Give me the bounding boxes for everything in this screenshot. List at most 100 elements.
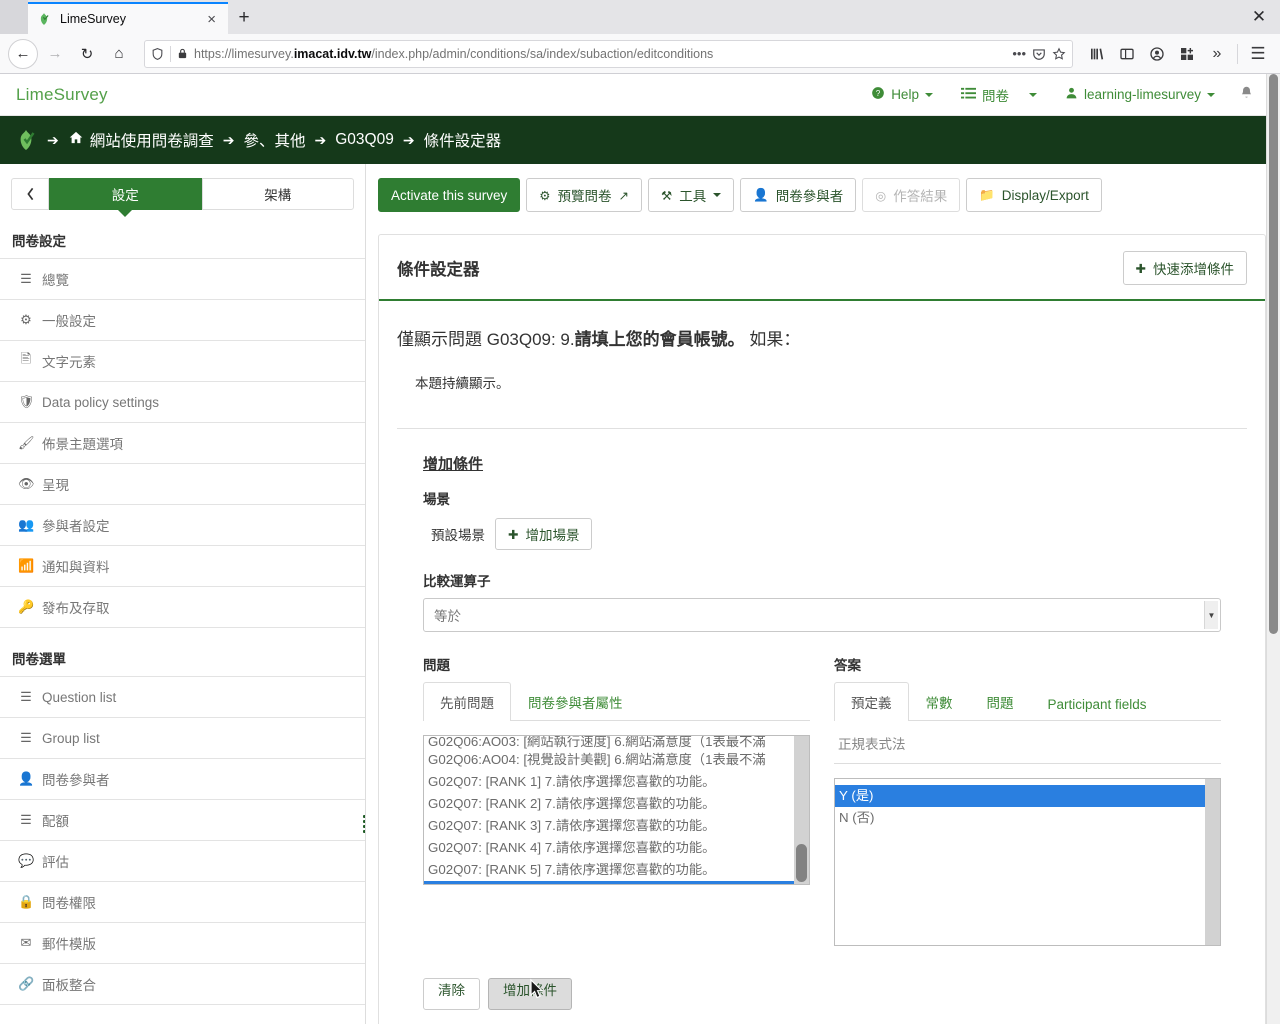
activate-survey-button[interactable]: Activate this survey [378,178,521,212]
scenario-row: 預設場景 ✚ 增加場景 [423,518,1247,550]
list-item[interactable]: N (否) [835,807,1205,829]
limesurvey-logo-icon[interactable] [14,128,38,152]
sidebar-item-quotas[interactable]: ☰ 配額 [0,800,365,841]
add-condition-button[interactable]: 增加條件 [488,978,572,1010]
add-scenario-label: 增加場景 [525,528,580,543]
chevron-down-icon [713,193,722,197]
sidebar-item-survey-permissions[interactable]: 🔒 問卷權限 [0,882,365,923]
operator-select[interactable]: 等於 ▼ [423,598,1221,632]
list-item[interactable]: G02Q07: [RANK 1] 7.請依序選擇您喜歡的功能。 [424,771,794,793]
chevron-down-icon[interactable]: ▼ [1204,601,1218,629]
sidebar-item-overview[interactable]: ☰ 總覽 [0,259,365,300]
home-button[interactable]: ⌂ [104,39,134,69]
sidebar-resize-handle[interactable] [361,815,365,833]
app-topbar: LimeSurvey ? Help 問卷 learning-limesurvey [0,74,1280,116]
list-item[interactable]: G02Q07: [RANK 2] 7.請依序選擇您喜歡的功能。 [424,793,794,815]
tools-button[interactable]: ⚒ 工具 [648,178,735,212]
scrollbar-thumb[interactable] [1269,74,1278,634]
answers-listbox-scrollbar[interactable] [1205,779,1220,945]
display-export-button[interactable]: 📁 Display/Export [966,178,1102,212]
sidebar-tab-settings[interactable]: 設定 [49,178,202,217]
sidebar-item-participant-settings[interactable]: 👥 參與者設定 [0,505,365,546]
scrollbar-thumb[interactable] [796,844,807,882]
breadcrumb-item-question[interactable]: G03Q09 [335,131,394,149]
reload-button[interactable]: ↻ [72,39,102,69]
new-tab-button[interactable]: + [228,2,260,34]
list-item[interactable]: G02Q07: [RANK 4] 7.請依序選擇您喜歡的功能。 [424,837,794,859]
sidebar-list-survey-menu: ☰ Question list ☰ Group list 👤 問卷參與者 ☰ 配… [0,676,365,1005]
bell-icon[interactable] [1229,85,1264,105]
app-menu-icon[interactable]: ☰ [1244,40,1272,68]
breadcrumb-item-survey[interactable]: 網站使用問卷調查 [68,129,214,151]
sidebar-item-group-list[interactable]: ☰ Group list [0,718,365,759]
sidebar-icon[interactable] [1113,40,1141,68]
list-item[interactable]: G02Q07: [RANK 3] 7.請依序選擇您喜歡的功能。 [424,815,794,837]
page-scrollbar[interactable] [1266,74,1280,1024]
conditions-panel-body: 僅顯示問題 G03Q09: 9.請填上您的會員帳號。 如果： 本題持續顯示。 增… [379,301,1265,1010]
topnav-help[interactable]: ? Help [857,86,947,103]
sidebar-item-question-list[interactable]: ☰ Question list [0,677,365,718]
sidebar-item-publication-access[interactable]: 🔑 發布及存取 [0,587,365,628]
sidebar-item-label: 文字元素 [42,355,96,370]
questions-listbox[interactable]: G02Q06:AO03: [網站執行速度] 6.網站滿意度（1表最不滿 G02Q… [423,735,810,885]
list-item[interactable]: G02Q06:AO03: [網站執行速度] 6.網站滿意度（1表最不滿 [424,736,794,749]
sidebar-item-notifications-data[interactable]: 📶 通知與資料 [0,546,365,587]
shield-icon[interactable] [151,47,164,61]
answers-listbox[interactable]: Y (是) N (否) [834,778,1221,946]
sidebar-item-survey-participants[interactable]: 👤 問卷參與者 [0,759,365,800]
sidebar-item-assessments[interactable]: 💬 評估 [0,841,365,882]
library-icon[interactable] [1083,40,1111,68]
sidebar-item-data-policy-settings[interactable]: 🛡 Data policy settings [0,382,365,423]
preview-survey-button[interactable]: ⚙ 預覽問卷 ↗ [526,178,642,212]
clear-button[interactable]: 清除 [423,978,480,1010]
sidebar-item-presentation[interactable]: 👁 呈現 [0,464,365,505]
sidebar-item-panel-integration[interactable]: 🔗 面板整合 [0,964,365,1005]
tab-predefined[interactable]: 預定義 [834,682,909,721]
pocket-icon[interactable] [1032,47,1046,61]
url-bar[interactable]: https://limesurvey.imacat.idv.tw/index.p… [144,39,1073,68]
star-icon[interactable] [1052,47,1066,61]
topnav-user-label: learning-limesurvey [1083,87,1201,102]
topnav-user[interactable]: learning-limesurvey [1051,86,1229,103]
sidebar-item-general-settings[interactable]: ⚙ 一般設定 [0,300,365,341]
quick-add-condition-button[interactable]: ✚ 快速添增條件 [1122,251,1247,285]
app-brand[interactable]: LimeSurvey [16,85,108,105]
rss-icon: 📶 [18,558,35,573]
regex-label[interactable]: 正規表式法 [834,721,1221,764]
app-body: 設定 架構 問卷設定 ☰ 總覽 ⚙ 一般設定 🖹 文字元素 🛡 Data pol… [0,164,1280,1024]
sidebar-tab-structure[interactable]: 架構 [201,178,354,210]
browser-tab[interactable]: LimeSurvey × [28,2,228,34]
breadcrumb: ➔ 網站使用問卷調查 ➔ 參、其他 ➔ G03Q09 ➔ 條件設定器 [0,116,1280,164]
account-icon[interactable] [1143,40,1171,68]
survey-participants-button[interactable]: 👤 問卷參與者 [740,178,857,212]
back-button[interactable]: ← [8,38,38,69]
sidebar-item-label: 面板整合 [42,978,96,993]
tab-close-icon[interactable]: × [203,11,220,28]
tab-previous-questions[interactable]: 先前問題 [423,682,511,721]
list-item-selected[interactable]: Y (是) [835,785,1205,807]
browser-navbar: ← → ↻ ⌂ https://limesurvey.imacat.idv.tw… [0,34,1280,74]
tab-participant-attributes[interactable]: 問卷參與者屬性 [511,682,640,721]
condition-actions: 清除 增加條件 [423,978,1221,1010]
tab-question[interactable]: 問題 [970,682,1031,721]
sidebar-item-label: 通知與資料 [42,560,110,575]
list-item[interactable]: G02Q06:AO04: [視覺設計美觀] 6.網站滿意度（1表最不滿 [424,749,794,771]
sidebar-item-email-templates[interactable]: ✉ 郵件模版 [0,923,365,964]
list-item-selected[interactable]: G03Q08: 8.您是不是本站會員？ [424,881,794,884]
tab-constant[interactable]: 常數 [909,682,970,721]
sidebar-collapse-button[interactable] [11,178,49,210]
lock-icon[interactable] [177,47,188,60]
sidebar-item-theme-options[interactable]: 🖌 佈景主題選項 [0,423,365,464]
extensions-icon[interactable] [1173,40,1201,68]
add-scenario-button[interactable]: ✚ 增加場景 [495,518,593,550]
page-actions-icon[interactable]: ••• [1012,46,1026,61]
questions-listbox-scrollbar[interactable] [794,736,809,884]
list-item[interactable]: G02Q07: [RANK 5] 7.請依序選擇您喜歡的功能。 [424,859,794,881]
tab-participant-fields[interactable]: Participant fields [1031,687,1164,721]
topnav-surveys[interactable]: 問卷 [947,85,1051,105]
breadcrumb-item-group[interactable]: 參、其他 [243,129,305,151]
sidebar-item-text-elements[interactable]: 🖹 文字元素 [0,341,365,382]
overflow-menu-icon[interactable]: » [1203,40,1231,68]
window-close-button[interactable]: ✕ [1244,4,1274,30]
conditions-panel: 條件設定器 ✚ 快速添增條件 僅顯示問題 G03Q09: 9.請填上您的會員帳號… [378,234,1266,1024]
